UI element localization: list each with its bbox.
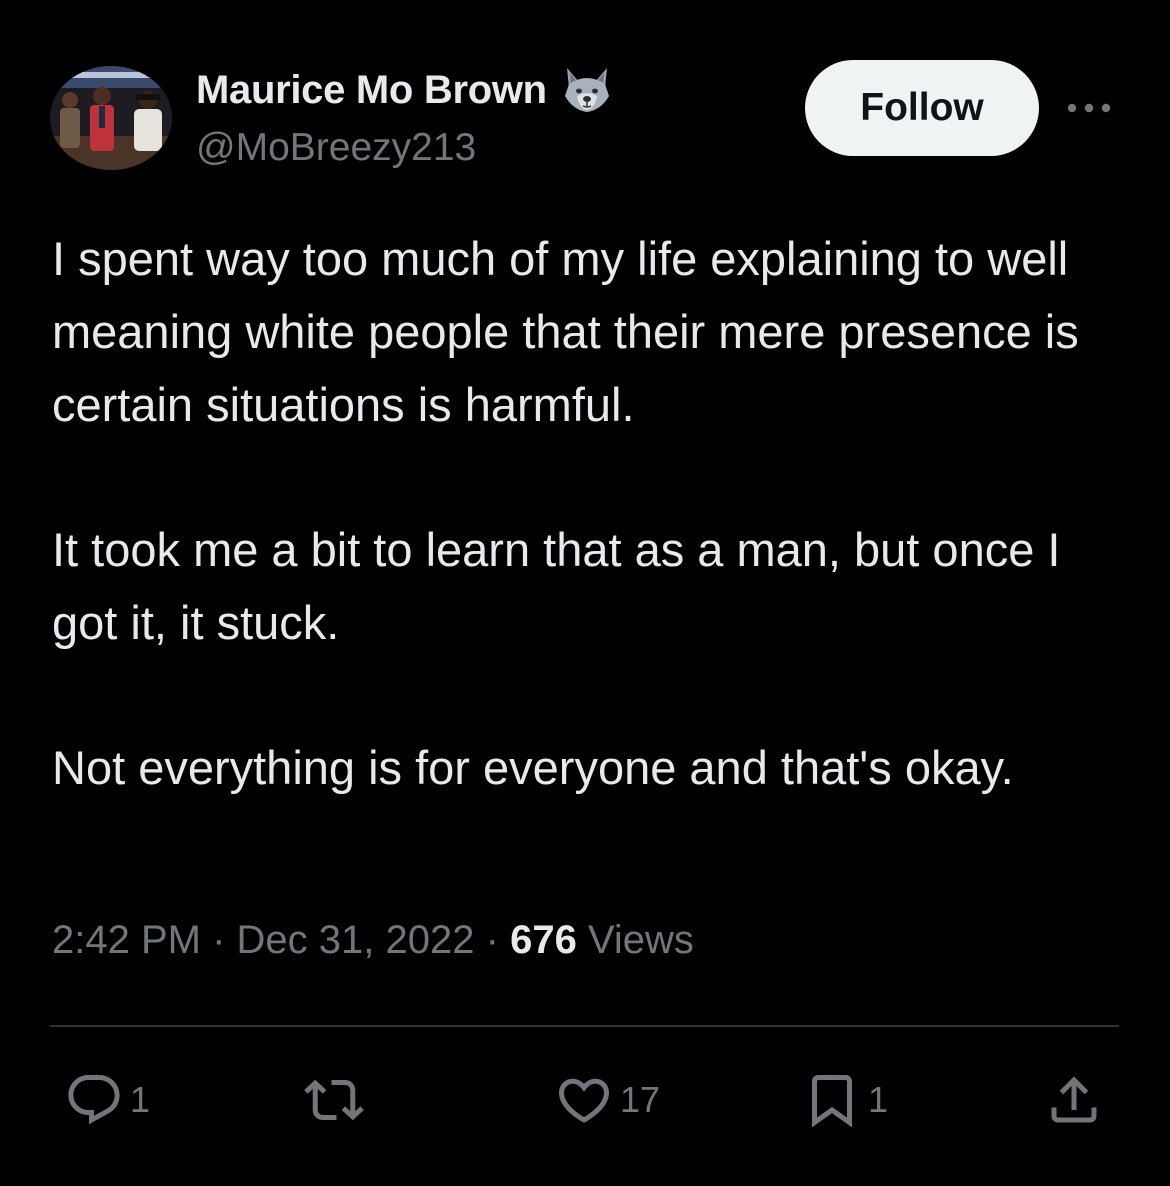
- like-count: 17: [620, 1079, 661, 1120]
- author-name-row: Maurice Mo Brown: [196, 66, 613, 114]
- tweet-paragraph: I spent way too much of my life explaini…: [52, 232, 1079, 431]
- tweet-text: I spent way too much of my life explaini…: [52, 222, 1132, 804]
- author-handle[interactable]: @MoBreezy213: [196, 126, 476, 170]
- retweet-icon: [304, 1079, 364, 1121]
- follow-button[interactable]: Follow: [805, 60, 1039, 156]
- bookmark-icon: [812, 1075, 852, 1128]
- more-horizontal-icon: [1067, 103, 1111, 113]
- tweet-paragraph: It took me a bit to learn that as a man,…: [52, 523, 1061, 649]
- reply-count: 1: [130, 1079, 151, 1120]
- tweet-paragraph: Not everything is for everyone and that'…: [52, 741, 1014, 794]
- tweet-card: Maurice Mo Brown @MoBreezy213 Follow I s…: [0, 0, 1170, 1186]
- divider: [50, 1025, 1119, 1027]
- views-label: Views: [587, 918, 694, 962]
- share-button[interactable]: [1044, 1070, 1104, 1130]
- tweet-time[interactable]: 2:42 PM: [52, 918, 201, 962]
- tweet-meta: 2:42 PM · Dec 31, 2022 · 676 Views: [52, 918, 694, 963]
- like-button[interactable]: 17: [554, 1070, 660, 1130]
- tweet-date[interactable]: Dec 31, 2022: [237, 918, 475, 962]
- meta-separator: ·: [485, 918, 499, 962]
- bookmark-button[interactable]: 1: [802, 1070, 888, 1130]
- heart-icon: [558, 1078, 610, 1123]
- meta-separator: ·: [212, 918, 226, 962]
- retweet-button[interactable]: [304, 1070, 370, 1130]
- wolf-emoji-icon: [561, 66, 613, 114]
- share-icon: [1051, 1076, 1097, 1123]
- views-count: 676: [510, 918, 577, 962]
- author-display-name[interactable]: Maurice Mo Brown: [196, 68, 547, 113]
- avatar-photo: [50, 66, 172, 170]
- reply-button[interactable]: 1: [64, 1070, 150, 1130]
- reply-icon: [68, 1075, 120, 1125]
- avatar[interactable]: [50, 66, 172, 170]
- more-options-button[interactable]: [1064, 90, 1114, 126]
- bookmark-count: 1: [868, 1079, 889, 1120]
